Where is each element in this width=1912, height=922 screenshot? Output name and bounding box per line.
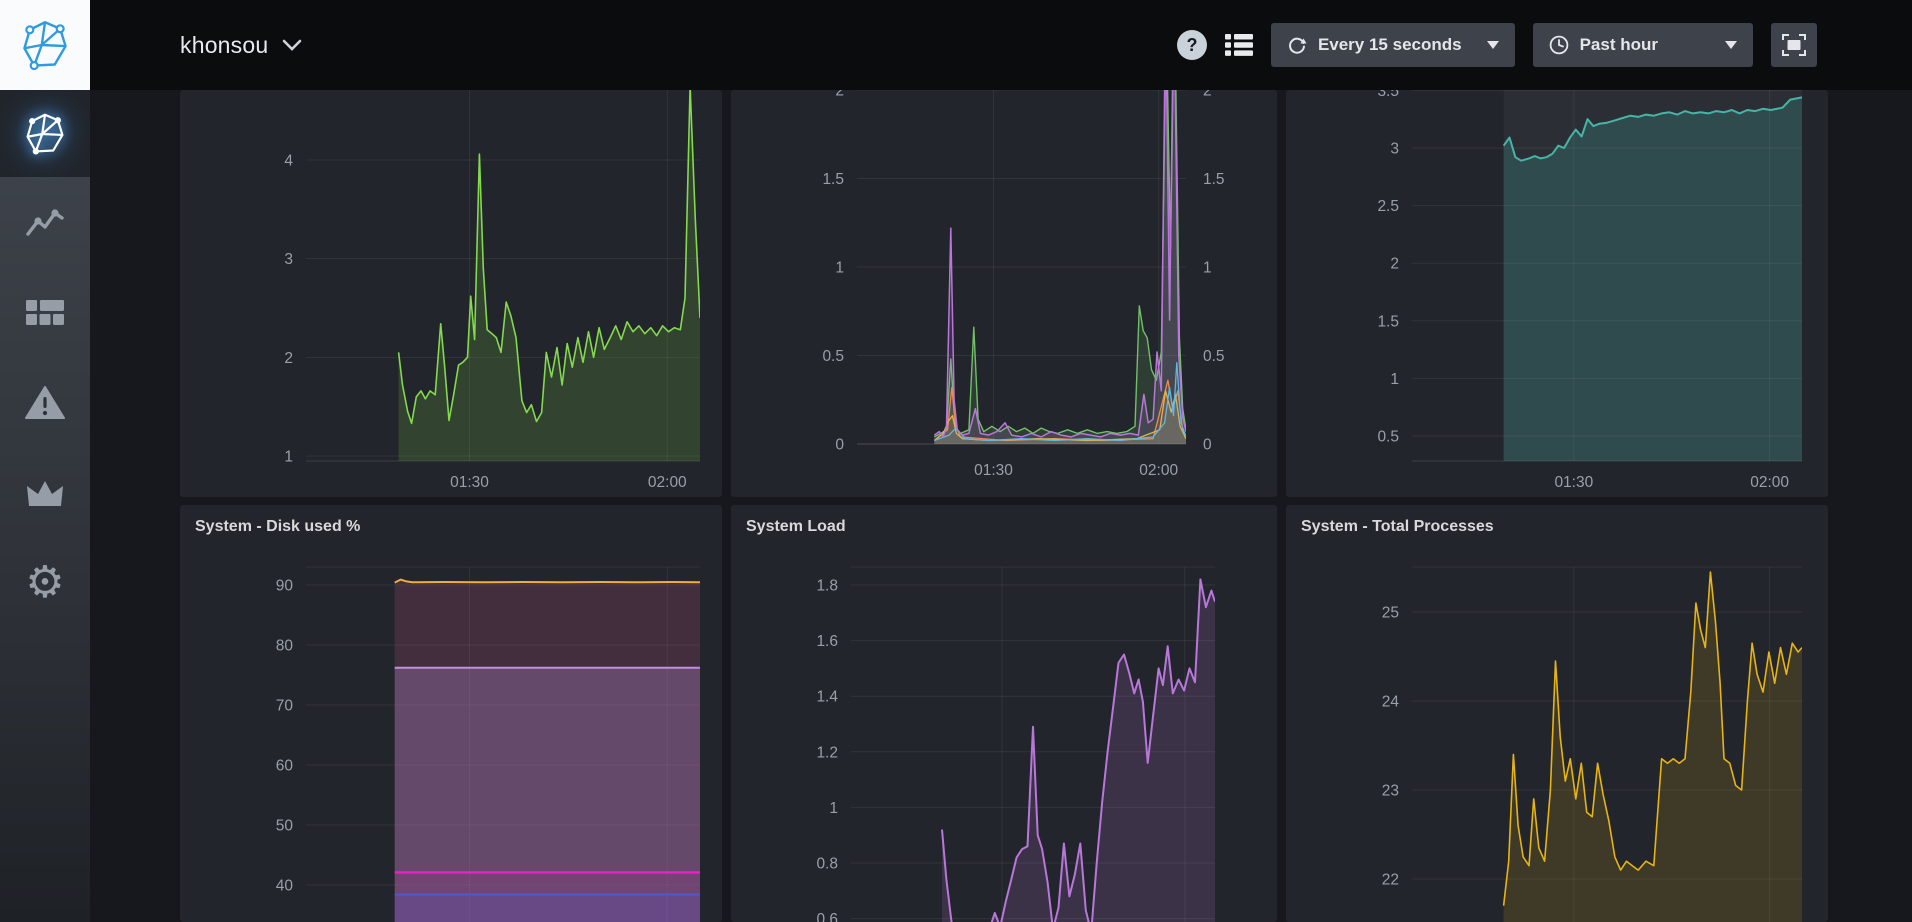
chart-svg: 4 3 2 1 01:30 02:00	[180, 90, 722, 497]
dashboard-title-dropdown[interactable]: khonsou	[180, 32, 302, 59]
svg-text:1.6: 1.6	[816, 633, 838, 650]
svg-text:02:00: 02:00	[1139, 462, 1178, 479]
panel-total-processes: System - Total Processes 25 24 23 22	[1286, 505, 1828, 922]
sidebar-item-dashboards[interactable]	[0, 283, 90, 343]
time-series-chart[interactable]: 90 80 70 60 50 40	[180, 505, 722, 922]
refresh-icon	[1287, 35, 1307, 55]
svg-text:1.5: 1.5	[1377, 313, 1399, 330]
sidebar-item-settings[interactable]: ⚙	[0, 553, 90, 613]
svg-text:1.5: 1.5	[1203, 171, 1225, 188]
clock-icon	[1549, 35, 1569, 55]
svg-text:01:30: 01:30	[974, 462, 1013, 479]
time-series-chart[interactable]: 2 2 1.5 1.5 1 1 0.5 0.5 0 0 01:30 02:00	[731, 90, 1277, 497]
dashboard-list-icon[interactable]	[1225, 33, 1253, 57]
svg-text:2: 2	[835, 90, 844, 100]
sidebar-item-alerting[interactable]	[0, 373, 90, 433]
time-range-label: Past hour	[1580, 35, 1658, 55]
sidebar-item-crown[interactable]	[0, 463, 90, 523]
svg-text:50: 50	[276, 818, 294, 835]
dashboards-grid-icon	[26, 298, 64, 328]
grafana-logo-icon	[19, 19, 71, 71]
svg-text:0: 0	[1203, 437, 1212, 454]
panel-disk-used: System - Disk used % 90 80 70 60 50 40	[180, 505, 722, 922]
chart-svg: 3.5 3 2.5 2 1.5 1 0.5 01:30 02:00	[1286, 90, 1828, 497]
sidebar-item-pulse[interactable]	[0, 193, 90, 253]
svg-text:1: 1	[1390, 371, 1399, 388]
svg-text:90: 90	[276, 578, 294, 595]
svg-text:60: 60	[276, 758, 294, 775]
pulse-graph-icon	[25, 208, 65, 238]
app-logo[interactable]	[0, 0, 90, 90]
svg-text:2: 2	[1203, 90, 1212, 100]
svg-text:80: 80	[276, 638, 294, 655]
svg-text:01:30: 01:30	[1554, 474, 1593, 491]
svg-text:0: 0	[835, 437, 844, 454]
panel-top-left: 4 3 2 1 01:30 02:00	[180, 90, 722, 497]
sidebar-item-home[interactable]	[0, 90, 90, 177]
svg-text:40: 40	[276, 878, 294, 895]
caret-down-icon	[1725, 41, 1737, 49]
svg-text:25: 25	[1382, 605, 1399, 622]
svg-text:3: 3	[284, 251, 293, 268]
svg-text:01:30: 01:30	[450, 474, 489, 491]
caret-down-icon	[1487, 41, 1499, 49]
panel-system-load: System Load 1.8 1.6 1.4 1.2 1 0.8 0.6	[731, 505, 1277, 922]
svg-text:24: 24	[1382, 694, 1400, 711]
svg-text:2: 2	[284, 350, 293, 367]
svg-text:0.5: 0.5	[822, 348, 844, 365]
fullscreen-icon	[1782, 34, 1806, 56]
svg-text:0.6: 0.6	[816, 911, 838, 922]
help-label: ?	[1186, 35, 1197, 56]
svg-text:2: 2	[1390, 256, 1399, 273]
svg-text:02:00: 02:00	[648, 474, 687, 491]
crown-icon	[25, 479, 65, 507]
refresh-interval-button[interactable]: Every 15 seconds	[1271, 23, 1515, 67]
chart-svg: 90 80 70 60 50 40	[180, 505, 722, 922]
time-series-chart[interactable]: 25 24 23 22	[1286, 505, 1828, 922]
time-series-chart[interactable]: 4 3 2 1 01:30 02:00	[180, 90, 722, 497]
fullscreen-button[interactable]	[1771, 23, 1817, 67]
svg-text:02:00: 02:00	[1750, 474, 1789, 491]
panel-title[interactable]: System Load	[746, 518, 846, 536]
time-series-chart[interactable]: 1.8 1.6 1.4 1.2 1 0.8 0.6	[731, 505, 1277, 922]
svg-text:1.4: 1.4	[816, 689, 838, 706]
dashboard-title: khonsou	[180, 32, 268, 59]
time-series-chart[interactable]: 3.5 3 2.5 2 1.5 1 0.5 01:30 02:00	[1286, 90, 1828, 497]
chevron-down-icon	[282, 39, 302, 51]
svg-text:1: 1	[829, 800, 838, 817]
svg-text:1.5: 1.5	[822, 171, 844, 188]
svg-text:1: 1	[835, 260, 844, 277]
refresh-interval-label: Every 15 seconds	[1318, 35, 1462, 55]
grafana-logo-icon	[23, 112, 67, 156]
svg-text:0.5: 0.5	[1203, 348, 1225, 365]
svg-text:4: 4	[284, 153, 293, 170]
svg-text:0.5: 0.5	[1377, 429, 1399, 446]
svg-text:70: 70	[276, 698, 294, 715]
svg-text:1.8: 1.8	[816, 578, 838, 595]
svg-text:0.8: 0.8	[816, 856, 838, 873]
time-range-button[interactable]: Past hour	[1533, 23, 1753, 67]
alert-triangle-icon	[25, 386, 65, 420]
svg-text:22: 22	[1382, 872, 1399, 889]
sidebar: ⚙	[0, 90, 90, 922]
panel-top-right: 3.5 3 2.5 2 1.5 1 0.5 01:30 02:00	[1286, 90, 1828, 497]
panel-top-middle: 2 2 1.5 1.5 1 1 0.5 0.5 0 0 01:30 02:00	[731, 90, 1277, 497]
chart-svg: 2 2 1.5 1.5 1 1 0.5 0.5 0 0 01:30 02:00	[731, 90, 1277, 497]
svg-text:3: 3	[1390, 141, 1399, 158]
panel-title[interactable]: System - Total Processes	[1301, 518, 1494, 536]
svg-text:1: 1	[1203, 260, 1212, 277]
top-nav: khonsou ? Every 15 seconds	[0, 0, 1912, 90]
panel-title[interactable]: System - Disk used %	[195, 518, 360, 536]
gear-icon: ⚙	[25, 561, 64, 605]
nav-actions: ? Every 15 seconds Past hour	[1177, 23, 1912, 67]
svg-text:1: 1	[284, 449, 293, 466]
chart-svg: 25 24 23 22	[1286, 505, 1828, 922]
chart-svg: 1.8 1.6 1.4 1.2 1 0.8 0.6	[731, 505, 1277, 922]
svg-text:2.5: 2.5	[1377, 198, 1399, 215]
svg-text:23: 23	[1382, 783, 1399, 800]
svg-text:1.2: 1.2	[816, 744, 838, 761]
svg-text:3.5: 3.5	[1377, 90, 1399, 100]
help-icon[interactable]: ?	[1177, 30, 1207, 60]
